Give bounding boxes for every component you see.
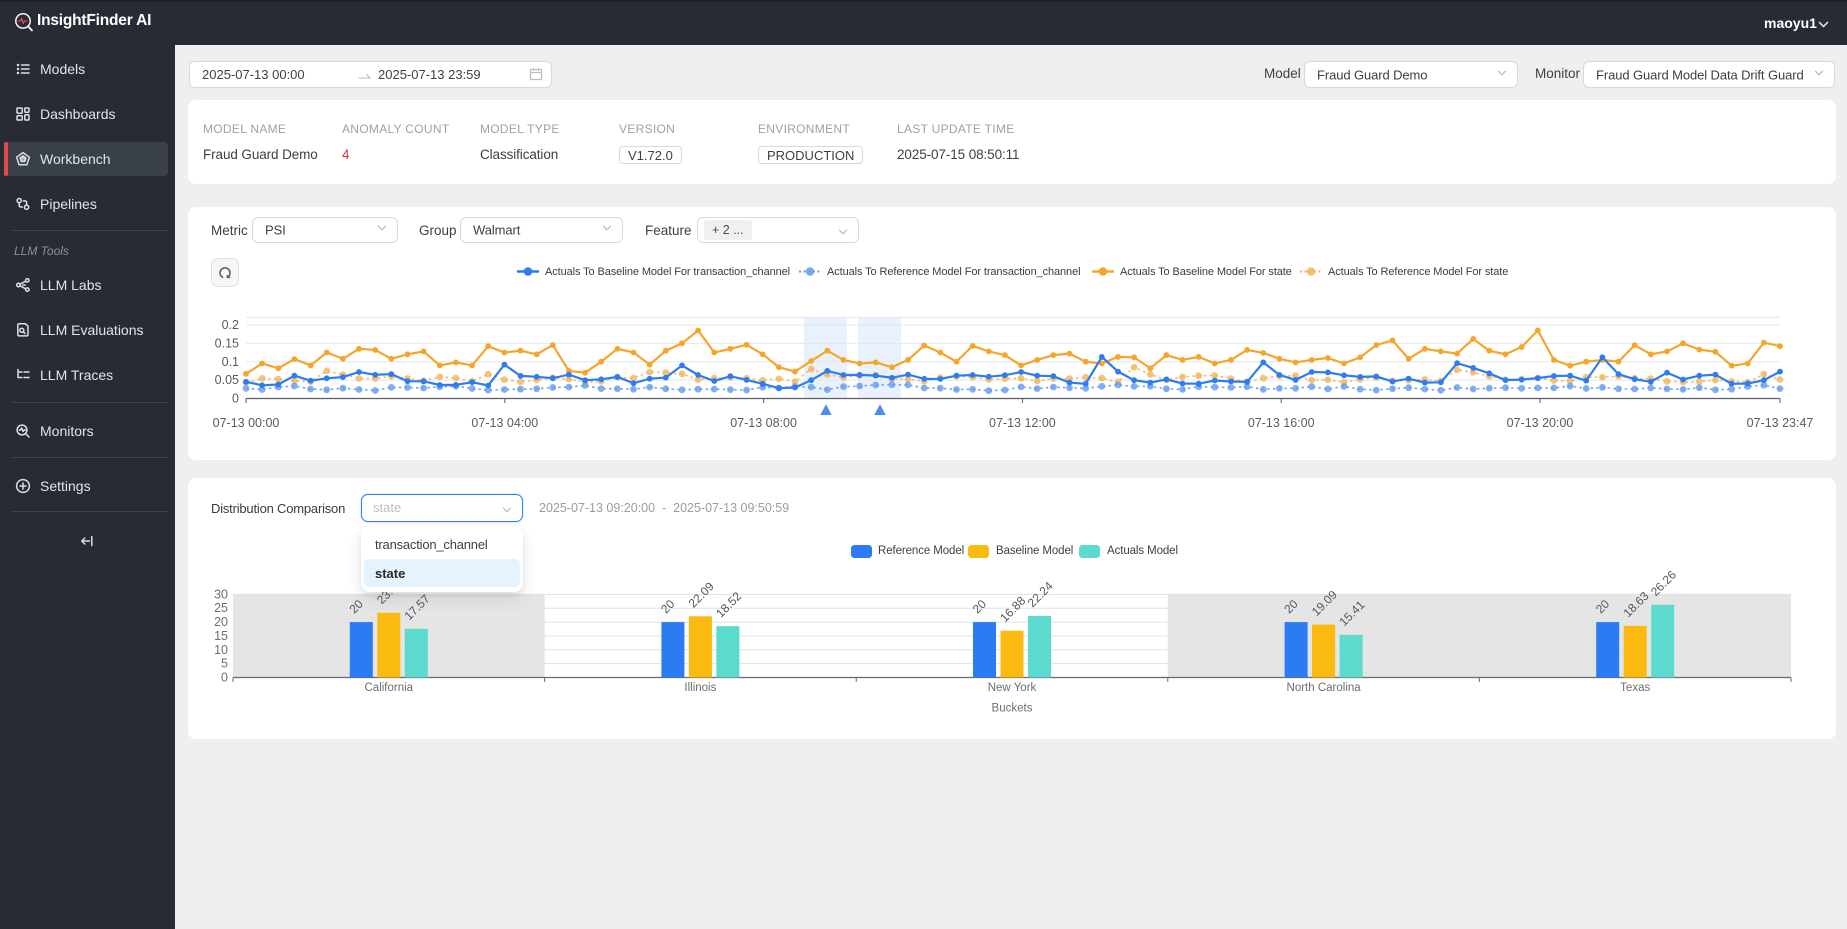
svg-text:10: 10 [214,643,228,657]
svg-text:07-13 08:00: 07-13 08:00 [730,416,797,430]
svg-text:New York: New York [988,682,1037,694]
svg-text:20: 20 [970,597,990,617]
svg-text:07-13 00:00: 07-13 00:00 [213,416,280,430]
svg-text:30: 30 [214,587,228,601]
svg-text:0: 0 [232,392,239,406]
svg-text:15: 15 [214,629,228,643]
svg-text:25: 25 [214,601,228,615]
svg-text:07-13 23:47: 07-13 23:47 [1747,416,1814,430]
svg-text:20: 20 [214,615,228,629]
svg-text:07-13 20:00: 07-13 20:00 [1507,416,1574,430]
svg-text:20: 20 [658,597,678,617]
svg-text:0.15: 0.15 [215,336,239,350]
svg-text:0.1: 0.1 [222,355,239,369]
svg-text:18.52: 18.52 [713,589,744,620]
svg-text:0: 0 [221,671,228,685]
svg-text:Buckets: Buckets [992,703,1033,715]
svg-text:0.05: 0.05 [215,373,239,387]
svg-text:5: 5 [221,657,228,671]
svg-text:07-13 16:00: 07-13 16:00 [1248,416,1315,430]
svg-text:16.88: 16.88 [997,593,1028,624]
svg-text:07-13 12:00: 07-13 12:00 [989,416,1056,430]
svg-text:Illinois: Illinois [684,682,716,694]
svg-text:Texas: Texas [1620,682,1650,694]
svg-text:North Carolina: North Carolina [1287,682,1362,694]
svg-text:0.2: 0.2 [222,318,239,332]
svg-text:California: California [365,682,414,694]
svg-text:07-13 04:00: 07-13 04:00 [471,416,538,430]
